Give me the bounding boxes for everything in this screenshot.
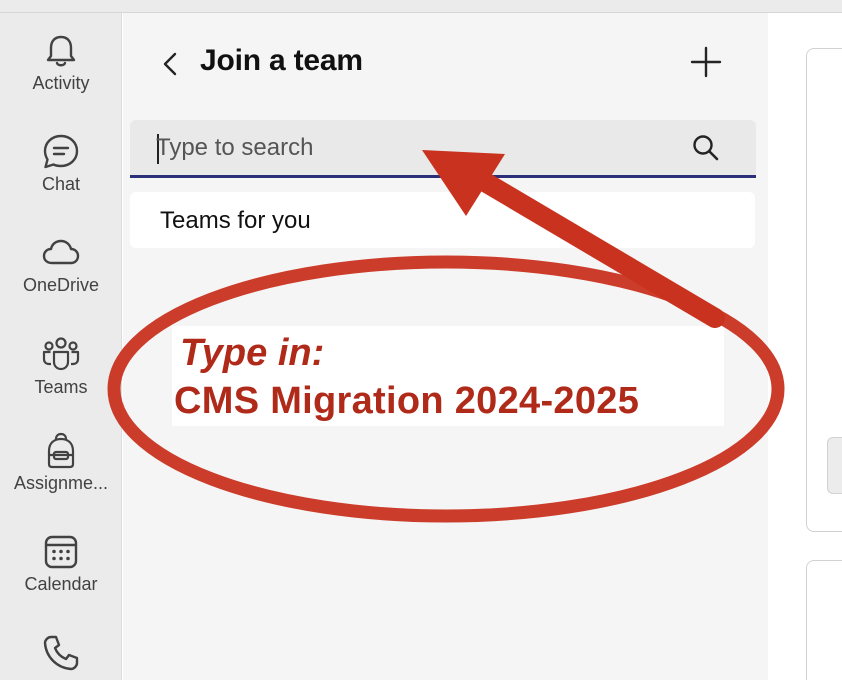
annotation-overlay [107, 150, 785, 523]
annotation-arrow-shaft [475, 172, 725, 328]
annotation-line-1: Type in: [180, 332, 325, 374]
annotation-line-2: CMS Migration 2024-2025 [174, 380, 640, 422]
